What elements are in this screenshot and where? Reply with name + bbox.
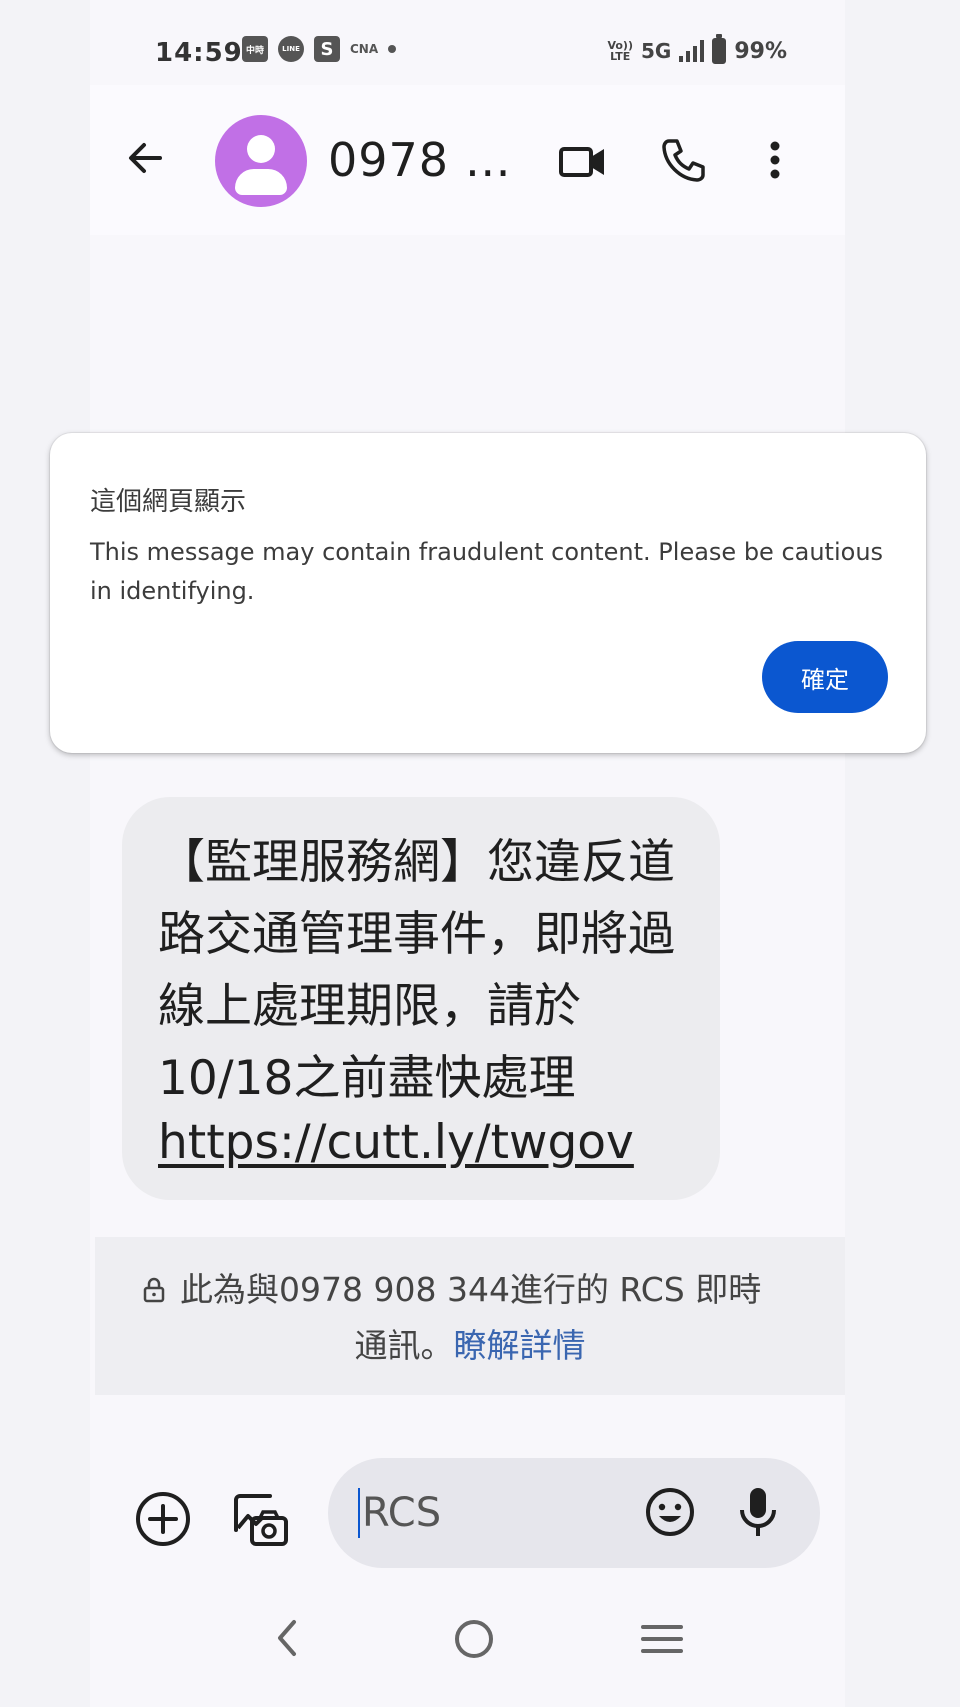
emoji-button[interactable] xyxy=(644,1486,696,1538)
gallery-button[interactable] xyxy=(230,1490,290,1550)
rcs-info-line2-text: 通訊。 xyxy=(354,1326,454,1365)
person-icon-head xyxy=(247,135,275,163)
arrow-left-icon xyxy=(129,143,162,173)
line-icon: LINE xyxy=(278,36,304,62)
voice-call-button[interactable] xyxy=(658,135,708,185)
dialog-message: This message may contain fraudulent cont… xyxy=(90,538,884,605)
rcs-info-line1: 此為與0978 908 344進行的 RCS 即時 xyxy=(180,1270,762,1309)
gallery-camera-icon xyxy=(234,1494,288,1546)
battery-percent: 99% xyxy=(734,38,787,64)
message-composer xyxy=(328,1458,820,1568)
phone-icon xyxy=(662,139,705,182)
cna-icon: CNA xyxy=(350,42,379,56)
status-bar: 14:59 中時 LINE S CNA Vo)) LTE 5G 99% xyxy=(90,28,845,78)
recents-menu-icon xyxy=(641,1625,683,1653)
video-call-button[interactable] xyxy=(558,137,608,187)
back-button[interactable] xyxy=(120,133,170,183)
nav-back-button[interactable] xyxy=(268,1618,308,1658)
volte-bottom: LTE xyxy=(610,50,631,63)
emoji-icon xyxy=(646,1488,694,1536)
video-camera-icon xyxy=(559,147,604,177)
dialog-ok-button[interactable]: 確定 xyxy=(762,641,888,713)
nav-home-button[interactable] xyxy=(453,1618,495,1660)
person-icon-body xyxy=(235,169,287,195)
home-circle-icon xyxy=(455,1620,493,1658)
rcs-info-banner: 此為與0978 908 344進行的 RCS 即時 通訊。瞭解詳情 xyxy=(95,1237,845,1395)
voice-input-button[interactable] xyxy=(736,1484,780,1540)
plus-circle-icon xyxy=(136,1492,190,1546)
contact-name[interactable]: 0978 … xyxy=(328,133,512,187)
more-options-button[interactable] xyxy=(755,135,795,185)
message-bubble[interactable]: 【監理服務網】您違反道路交通管理事件，即將過線上處理期限，請於10/18之前盡快… xyxy=(122,797,720,1200)
message-input[interactable] xyxy=(358,1488,638,1538)
battery-icon xyxy=(712,34,727,64)
learn-more-link[interactable]: 瞭解詳情 xyxy=(454,1326,586,1365)
conversation-header: 0978 … xyxy=(90,85,845,235)
network-type: 5G xyxy=(640,39,672,63)
status-time: 14:59 xyxy=(155,38,243,68)
signal-icon xyxy=(679,40,705,62)
avatar[interactable] xyxy=(215,115,307,207)
microphone-icon xyxy=(740,1488,776,1536)
s-app-icon: S xyxy=(314,36,340,62)
status-right: Vo)) LTE 5G 99% xyxy=(607,34,787,64)
more-vert-icon xyxy=(770,141,780,179)
volte-icon: Vo)) LTE xyxy=(607,40,633,62)
add-attachment-button[interactable] xyxy=(134,1490,192,1548)
dialog-title: 這個網頁顯示 xyxy=(90,487,247,517)
rcs-info-text: 此為與0978 908 344進行的 RCS 即時 xyxy=(145,1267,825,1313)
fraud-warning-dialog: 這個網頁顯示 This message may contain fraudule… xyxy=(50,433,926,753)
more-notifications-dot xyxy=(388,45,397,53)
message-text: 【監理服務網】您違反道路交通管理事件，即將過線上處理期限，請於10/18之前盡快… xyxy=(158,835,675,1106)
news-icon: 中時 xyxy=(242,36,268,62)
phone-screen: 14:59 中時 LINE S CNA Vo)) LTE 5G 99% 0978… xyxy=(90,0,845,1707)
nav-recents-button[interactable] xyxy=(640,1622,684,1656)
message-link[interactable]: https://cutt.ly/twgov xyxy=(158,1115,634,1170)
notification-icons: 中時 LINE S CNA xyxy=(242,36,397,62)
chevron-left-icon xyxy=(278,1620,296,1656)
rcs-info-line2: 通訊。瞭解詳情 xyxy=(95,1319,845,1367)
